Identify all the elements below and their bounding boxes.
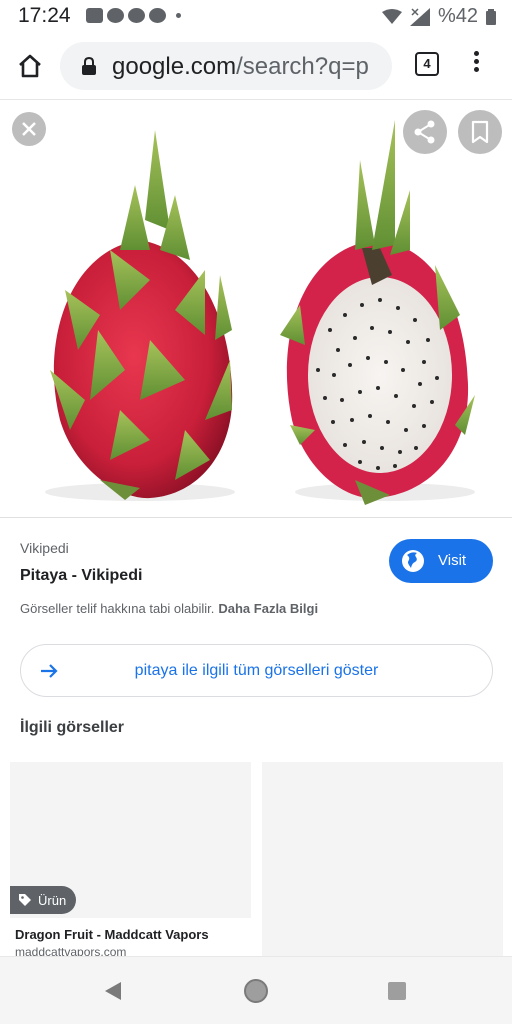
messenger-icon xyxy=(128,8,145,23)
status-bar: 17:24 %42 xyxy=(0,0,512,32)
tab-switcher-button[interactable]: 4 xyxy=(415,52,439,76)
messenger-icon xyxy=(149,8,166,23)
battery-icon xyxy=(486,8,496,25)
system-icons: %42 xyxy=(381,5,496,28)
save-button[interactable] xyxy=(458,110,502,154)
notification-icons xyxy=(86,8,181,23)
related-image-thumbnail xyxy=(262,762,503,962)
dot-icon xyxy=(176,13,181,18)
related-card-title: Dragon Fruit - Maddcatt Vapors xyxy=(15,927,209,942)
result-title[interactable]: Pitaya - Vikipedi xyxy=(20,567,142,585)
system-nav-bar xyxy=(0,956,512,1024)
battery-level: %42 xyxy=(437,5,478,27)
home-nav-icon[interactable] xyxy=(244,979,268,1003)
share-icon xyxy=(414,120,435,144)
product-badge-label: Ürün xyxy=(38,892,67,908)
signal-icon xyxy=(409,7,430,26)
recents-icon[interactable] xyxy=(388,982,406,1000)
share-button[interactable] xyxy=(403,110,447,154)
youtube-icon xyxy=(86,8,103,23)
url-text: google.com/search?q=p xyxy=(112,53,369,81)
image-preview[interactable] xyxy=(0,100,512,518)
close-icon xyxy=(22,122,36,136)
lock-icon xyxy=(82,57,96,75)
related-image-card[interactable] xyxy=(262,762,503,962)
tag-icon xyxy=(19,894,31,906)
url-bar[interactable]: google.com/search?q=p xyxy=(60,42,392,90)
browser-toolbar: google.com/search?q=p 4 xyxy=(0,32,512,100)
related-image-card[interactable]: Ürün Dragon Fruit - Maddcatt Vapors madd… xyxy=(10,762,251,962)
dragon-fruit-image xyxy=(45,120,475,505)
visit-button[interactable]: Visit xyxy=(389,539,493,583)
show-all-label: pitaya ile ilgili tüm görselleri göster xyxy=(134,662,379,679)
visit-label: Visit xyxy=(438,552,467,569)
copyright-notice: Görseller telif hakkına tabi olabilir. Da… xyxy=(20,601,318,616)
close-button[interactable] xyxy=(12,112,46,146)
show-all-images-button[interactable]: pitaya ile ilgili tüm görselleri göster xyxy=(20,644,493,697)
status-time: 17:24 xyxy=(18,4,71,27)
globe-icon xyxy=(402,550,424,572)
url-path: /search?q=p xyxy=(236,53,369,80)
copyright-text: Görseller telif hakkına tabi olabilir. xyxy=(20,601,215,616)
url-host: google.com xyxy=(112,53,237,80)
back-icon[interactable] xyxy=(103,981,123,1001)
learn-more-link[interactable]: Daha Fazla Bilgi xyxy=(218,601,318,616)
whatsapp-icon xyxy=(107,8,124,23)
home-icon[interactable] xyxy=(16,52,44,80)
product-badge: Ürün xyxy=(10,886,77,914)
wifi-icon xyxy=(381,8,402,24)
more-menu-icon[interactable] xyxy=(466,48,486,80)
related-images-heading: İlgili görseller xyxy=(20,719,125,736)
bookmark-icon xyxy=(471,120,489,144)
result-source: Vikipedi xyxy=(20,540,69,556)
